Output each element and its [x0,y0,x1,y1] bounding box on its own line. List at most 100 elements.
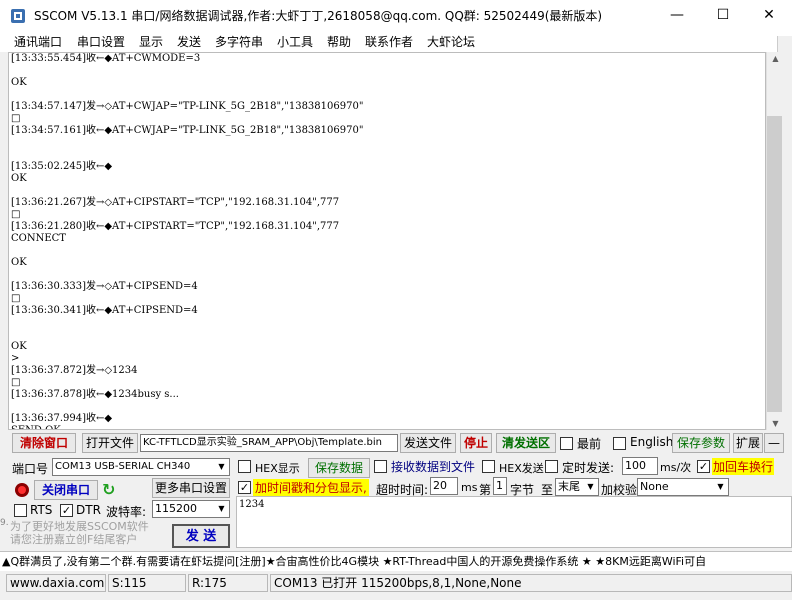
timestamp-label: 加时间戳和分包显示, [253,479,369,496]
send-text: 1234 [239,499,265,510]
dtr-checkbox[interactable]: ✓ [60,504,73,517]
toolbar-row-1: 清除窗口 打开文件 KC-TFTLCD显示实验_SRAM_APP\Obj\Tem… [0,432,792,454]
close-port-button[interactable]: 关闭串口 [34,480,98,500]
timestamp-checkbox[interactable]: ✓ [238,481,251,494]
dropdown-arrow-icon[interactable]: ▼ [214,501,229,517]
port-status-icon [14,482,30,498]
dropdown-arrow-icon[interactable]: ▼ [583,479,598,495]
rts-checkbox[interactable] [14,504,27,517]
send-input[interactable]: 1234 [236,496,792,548]
log-line: [13:36:37.878]收←◆1234busy s... [11,389,179,400]
log-line: [13:34:57.147]发→◇AT+CWJAP="TP-LINK_5G_2B… [11,101,364,112]
add-crlf-label: 加回车换行 [712,458,775,475]
to-select[interactable]: 末尾 ▼ [555,478,599,496]
maximize-button[interactable]: ☐ [700,0,746,31]
log-line: [13:36:30.341]收←◆AT+CIPSEND=4 [11,305,198,316]
english-label: English [630,435,674,449]
log-line: CONNECT [11,233,66,244]
port-label: 端口号 [12,462,49,476]
timeout-unit: ms [461,481,478,494]
receive-log[interactable]: [13:33:55.454]收←◆AT+CWMODE=3 OK [13:34:57.… [8,52,766,430]
save-params-button[interactable]: 保存参数 [672,433,730,453]
open-file-button[interactable]: 打开文件 [82,433,138,453]
log-line: > [11,353,20,364]
news-ticker[interactable]: ▲Q群满员了,没有第二个群.有需要请在虾坛提问[注册]★合宙高性价比4G模块 ★… [0,551,792,571]
stop-button[interactable]: 停止 [460,433,492,453]
dropdown-arrow-icon[interactable]: ▼ [214,459,229,475]
hex-display-checkbox[interactable] [238,460,251,473]
topmost-label: 最前 [577,437,602,451]
menu-contact-author[interactable]: 联系作者 [365,33,413,50]
menu-comm-port[interactable]: 通讯端口 [14,33,62,50]
more-port-settings-button[interactable]: 更多串口设置 [152,478,230,498]
port-select[interactable]: COM13 USB-SERIAL CH340 ▼ [52,458,230,476]
menu-bar: 通讯端口 串口设置 显示 发送 多字符串 小工具 帮助 联系作者 大虾论坛 [0,31,792,52]
dtr-label: DTR [76,503,101,517]
log-line: OK [11,77,27,88]
status-bar: www.daxia.com S:115 R:175 COM13 已打开 1152… [0,572,792,594]
hex-send-checkbox[interactable] [482,460,495,473]
status-website[interactable]: www.daxia.com [6,574,106,592]
interval-field[interactable]: 100 [622,457,658,475]
file-path-field[interactable]: KC-TFTLCD显示实验_SRAM_APP\Obj\Template.bin [140,434,398,452]
scroll-down-arrow-icon[interactable]: ▼ [767,419,784,428]
expand-button[interactable]: 扩展 [733,433,763,453]
clear-window-button[interactable]: 清除窗口 [12,433,76,453]
menu-send[interactable]: 发送 [177,33,201,50]
promo-line-2: 请您注册嘉立创F结尾客户 [10,533,138,546]
menu-tools[interactable]: 小工具 [277,33,313,50]
menu-multi-string[interactable]: 多字符串 [215,33,263,50]
promo-text[interactable]: 为了更好地发展SSCOM软件 请您注册嘉立创F结尾客户 [10,520,232,546]
topmost-checkbox[interactable] [560,437,573,450]
minimize-button[interactable]: — [654,0,700,31]
timeout-field[interactable]: 20 [430,477,458,495]
dropdown-arrow-icon[interactable]: ▼ [713,479,728,495]
send-file-button[interactable]: 发送文件 [400,433,456,453]
page-field[interactable]: 1 [493,477,507,495]
promo-line-1: 为了更好地发展SSCOM软件 [10,520,149,533]
menu-display[interactable]: 显示 [139,33,163,50]
menu-forum[interactable]: 大虾论坛 [427,33,475,50]
menu-serial-settings[interactable]: 串口设置 [77,33,125,50]
log-line: □ [11,113,21,124]
log-line: □ [11,209,21,220]
scroll-up-arrow-icon[interactable]: ▲ [767,54,784,63]
recv-to-file-checkbox[interactable] [374,460,387,473]
english-checkbox[interactable] [613,437,626,450]
left-edge-fragment-2: 9. [0,518,9,528]
log-line: [13:34:57.161]收←◆AT+CWJAP="TP-LINK_5G_2B… [11,125,364,136]
log-line: [13:36:21.267]发→◇AT+CIPSTART="TCP","192.… [11,197,340,208]
log-lines: [13:33:55.454]收←◆AT+CWMODE=3 OK [13:34:57.… [11,53,364,429]
rts-label: RTS [30,503,53,517]
recv-to-file-label[interactable]: 接收数据到文件 [391,458,475,475]
log-line: [13:33:55.454]收←◆AT+CWMODE=3 [11,53,201,64]
baud-value: 115200 [155,502,197,515]
port-value: COM13 USB-SERIAL CH340 [55,461,191,472]
collapse-button[interactable]: — [764,433,784,453]
window-title: SSCOM V5.13.1 串口/网络数据调试器,作者:大虾丁丁,2618058… [34,9,603,23]
left-edge-fragment [0,402,8,416]
baud-select[interactable]: 115200 ▼ [152,500,230,518]
log-line: □ [11,377,21,388]
scrollbar-thumb[interactable] [767,116,782,412]
log-line: OK [11,173,27,184]
close-button[interactable]: ✕ [746,0,792,31]
save-data-button[interactable]: 保存数据 [308,458,370,478]
hex-display-label: HEX显示 [255,462,300,475]
clear-send-area-button[interactable]: 清发送区 [496,433,556,453]
checksum-select[interactable]: None ▼ [637,478,729,496]
status-sent-count: S:115 [108,574,186,592]
menu-help[interactable]: 帮助 [327,33,351,50]
timed-send-checkbox[interactable] [545,460,558,473]
log-line: [13:36:21.280]收←◆AT+CIPSTART="TCP","192.… [11,221,340,232]
add-crlf-checkbox[interactable]: ✓ [697,460,710,473]
log-line: OK [11,257,27,268]
refresh-icon[interactable]: ↻ [102,480,120,500]
